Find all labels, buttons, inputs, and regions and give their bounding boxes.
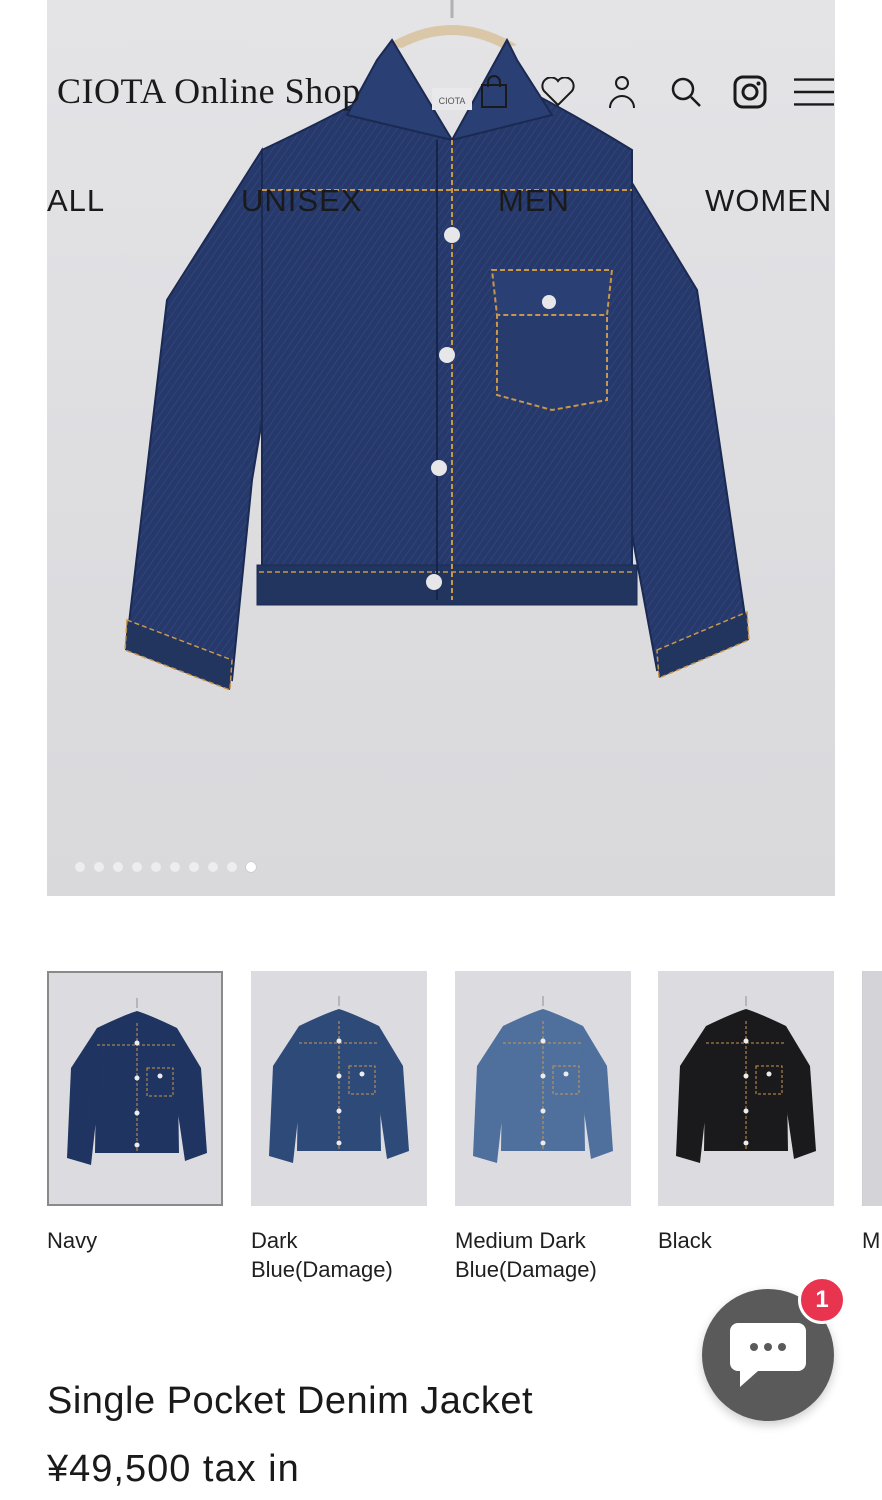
chat-bubble-icon: [730, 1323, 806, 1387]
carousel-dot[interactable]: [94, 862, 104, 872]
variant-label: Black: [658, 1228, 712, 1253]
category-nav: ALL UNISEX MEN WOMEN: [47, 183, 835, 225]
carousel-dot[interactable]: [132, 862, 142, 872]
carousel-dot[interactable]: [113, 862, 123, 872]
instagram-icon[interactable]: [730, 72, 770, 112]
variant-label: M: [862, 1228, 881, 1253]
carousel-dot[interactable]: [246, 862, 256, 872]
user-icon[interactable]: [602, 72, 642, 112]
color-variant-list: Navy Dark Blue(Damage) Medium Dark Blue(…: [47, 971, 882, 1301]
bag-icon[interactable]: [474, 72, 514, 112]
carousel-dot[interactable]: [170, 862, 180, 872]
nav-item-unisex[interactable]: UNISEX: [241, 183, 362, 219]
search-icon[interactable]: [666, 72, 706, 112]
header-icons: [450, 72, 834, 112]
carousel-dot[interactable]: [208, 862, 218, 872]
carousel-dots[interactable]: [75, 862, 256, 872]
nav-item-men[interactable]: MEN: [498, 183, 570, 219]
variant-label: Medium Dark Blue(Damage): [455, 1228, 597, 1282]
nav-item-women[interactable]: WOMEN: [705, 183, 832, 219]
menu-icon[interactable]: [794, 72, 834, 112]
carousel-dot[interactable]: [75, 862, 85, 872]
variant-partial[interactable]: M: [862, 971, 882, 1255]
site-logo[interactable]: CIOTA Online Shop: [57, 70, 361, 112]
variant-thumbnail[interactable]: [47, 971, 223, 1206]
variant-thumbnail[interactable]: [658, 971, 834, 1206]
variant-label: Navy: [47, 1228, 98, 1253]
carousel-dot[interactable]: [227, 862, 237, 872]
chat-notification-badge: 1: [798, 1276, 846, 1324]
variant-navy[interactable]: Navy: [47, 971, 223, 1255]
carousel-dot[interactable]: [151, 862, 161, 872]
variant-black[interactable]: Black: [658, 971, 834, 1255]
variant-thumbnail[interactable]: [455, 971, 631, 1206]
variant-dark-blue-damage[interactable]: Dark Blue(Damage): [251, 971, 427, 1284]
variant-thumbnail[interactable]: [251, 971, 427, 1206]
product-price: ¥49,500 tax in: [47, 1448, 300, 1490]
product-title: Single Pocket Denim Jacket: [47, 1380, 534, 1422]
variant-thumbnail[interactable]: [862, 971, 882, 1206]
variant-medium-dark-blue-damage[interactable]: Medium Dark Blue(Damage): [455, 971, 631, 1284]
heart-icon[interactable]: [538, 72, 578, 112]
product-hero-image[interactable]: CIOTA: [47, 0, 835, 896]
denim-jacket-image: CIOTA: [124, 0, 750, 692]
nav-item-all[interactable]: ALL: [47, 183, 105, 219]
variant-label: Dark Blue(Damage): [251, 1228, 393, 1282]
carousel-dot[interactable]: [189, 862, 199, 872]
